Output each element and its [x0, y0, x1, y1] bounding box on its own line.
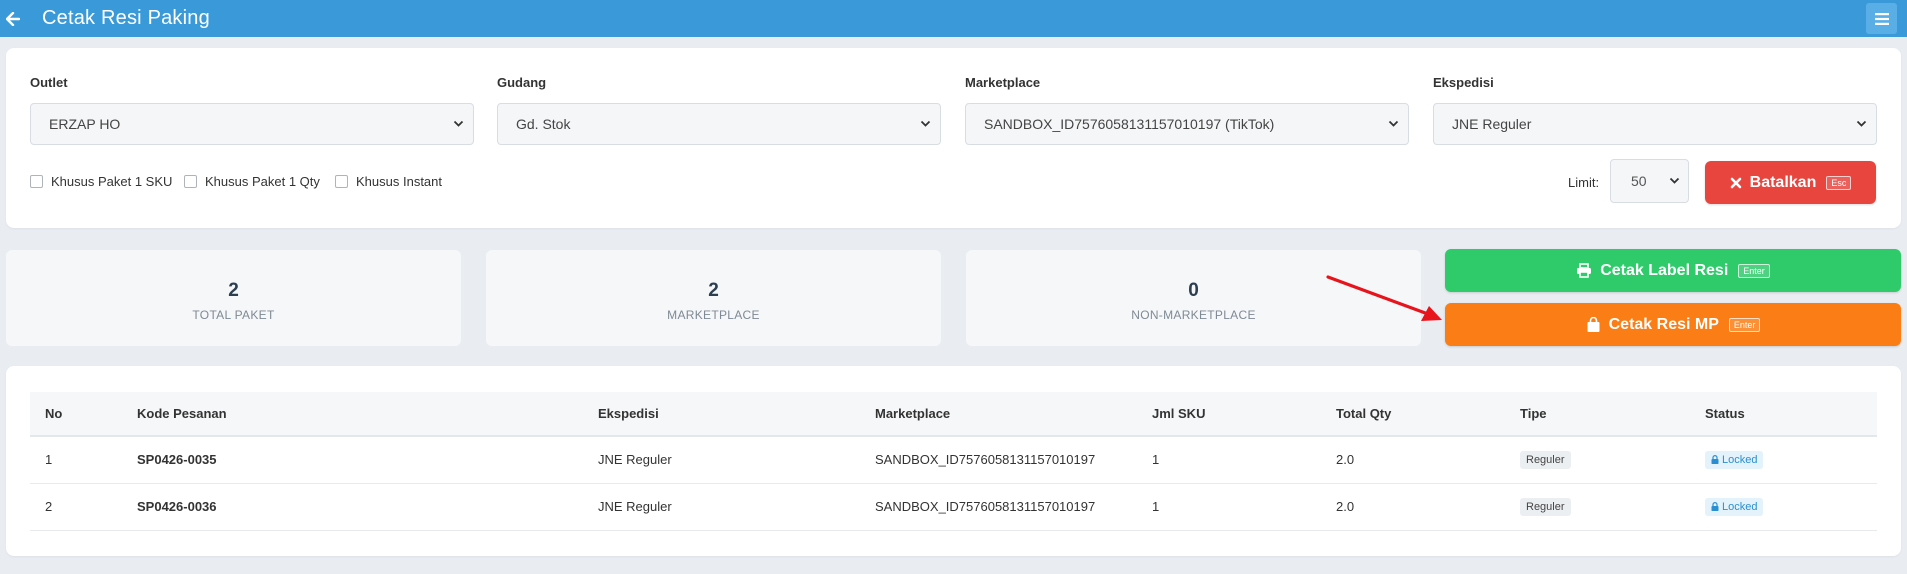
- table-row[interactable]: 2 SP0426-0036 JNE Reguler SANDBOX_ID7576…: [30, 483, 1877, 530]
- cetak-resi-mp-button[interactable]: Cetak Resi MP Enter: [1445, 303, 1901, 346]
- ekspedisi-label: Ekspedisi: [1433, 75, 1494, 90]
- esc-key-badge: Esc: [1826, 175, 1852, 190]
- stat-total-paket: 2 TOTAL PAKET: [6, 250, 461, 346]
- cell-marketplace: SANDBOX_ID7576058131157010197: [875, 499, 1096, 514]
- orders-table-panel: No Kode Pesanan Ekspedisi Marketplace Jm…: [6, 366, 1901, 556]
- cell-total-qty: 2.0: [1336, 499, 1355, 514]
- limit-select-value: 50: [1631, 173, 1647, 189]
- limit-label: Limit:: [1568, 175, 1600, 190]
- page-title: Cetak Resi Paking: [42, 7, 210, 29]
- cetak-label-resi-button[interactable]: Cetak Label Resi Enter: [1445, 249, 1901, 292]
- tipe-badge: Reguler: [1520, 497, 1571, 516]
- stat-total-paket-label: TOTAL PAKET: [192, 308, 275, 322]
- annotation-arrow: [1326, 275, 1442, 321]
- checkbox-paket-1-sku-label: Khusus Paket 1 SKU: [51, 174, 173, 189]
- outlet-label: Outlet: [30, 75, 68, 90]
- column-header-kode-pesanan: Kode Pesanan: [137, 406, 227, 421]
- column-header-ekspedisi: Ekspedisi: [598, 406, 659, 421]
- ekspedisi-select[interactable]: JNE Reguler: [1433, 103, 1877, 145]
- chevron-down-icon: [1388, 120, 1399, 127]
- cell-kode-pesanan: SP0426-0035: [137, 452, 217, 468]
- column-header-no: No: [45, 406, 63, 421]
- outlet-select[interactable]: ERZAP HO: [30, 103, 474, 145]
- shopping-bag-icon: [1586, 316, 1601, 333]
- chevron-down-icon: [1669, 177, 1680, 184]
- checkbox-box[interactable]: [30, 175, 43, 188]
- cell-jml-sku: 1: [1152, 499, 1160, 514]
- filter-panel: Outlet ERZAP HO Gudang Gd. Stok Marketpl…: [6, 48, 1901, 228]
- cell-no: 2: [45, 499, 53, 514]
- cell-ekspedisi: JNE Reguler: [598, 452, 672, 468]
- checkbox-instant[interactable]: Khusus Instant: [335, 174, 442, 189]
- gudang-select-value: Gd. Stok: [516, 116, 571, 132]
- marketplace-select[interactable]: SANDBOX_ID7576058131157010197 (TikTok): [965, 103, 1409, 145]
- checkbox-paket-1-sku[interactable]: Khusus Paket 1 SKU: [30, 174, 172, 189]
- stat-total-paket-value: 2: [228, 280, 239, 301]
- orders-table: No Kode Pesanan Ekspedisi Marketplace Jm…: [30, 392, 1877, 531]
- chevron-down-icon: [920, 120, 931, 127]
- checkbox-box[interactable]: [184, 175, 197, 188]
- menu-button[interactable]: [1866, 3, 1897, 34]
- stat-marketplace-label: MARKETPLACE: [667, 308, 760, 322]
- lock-icon: [1711, 502, 1719, 511]
- checkbox-box[interactable]: [335, 175, 348, 188]
- table-row[interactable]: 1 SP0426-0035 JNE Reguler SANDBOX_ID7576…: [30, 436, 1877, 483]
- checkbox-paket-1-qty[interactable]: Khusus Paket 1 Qty: [184, 174, 320, 189]
- column-header-jml-sku: Jml SKU: [1152, 406, 1206, 421]
- cell-status: Locked: [1690, 483, 1877, 530]
- marketplace-label: Marketplace: [965, 75, 1041, 90]
- cetak-resi-mp-label: Cetak Resi MP: [1608, 315, 1719, 333]
- outlet-select-value: ERZAP HO: [49, 116, 121, 132]
- checkbox-paket-1-qty-label: Khusus Paket 1 Qty: [205, 174, 320, 189]
- column-header-status: Status: [1705, 406, 1745, 421]
- column-header-marketplace: Marketplace: [875, 406, 951, 421]
- lock-icon: [1711, 455, 1719, 465]
- cell-kode-pesanan: SP0426-0036: [137, 499, 217, 514]
- stat-marketplace-value: 2: [708, 280, 719, 301]
- batalkan-button-label: Batalkan: [1749, 173, 1817, 191]
- column-header-total-qty: Total Qty: [1336, 406, 1392, 421]
- back-button[interactable]: [0, 0, 26, 37]
- cell-status: Locked: [1690, 436, 1877, 483]
- ekspedisi-select-value: JNE Reguler: [1452, 116, 1532, 132]
- arrow-left-icon: [6, 11, 20, 26]
- cell-jml-sku: 1: [1152, 452, 1160, 468]
- column-header-tipe: Tipe: [1520, 406, 1547, 421]
- cell-tipe: Reguler: [1505, 483, 1690, 530]
- top-bar: Cetak Resi Paking: [0, 0, 1907, 37]
- chevron-down-icon: [1856, 120, 1867, 127]
- hamburger-menu-icon: [1874, 12, 1889, 25]
- tipe-badge: Reguler: [1520, 450, 1571, 469]
- marketplace-select-value: SANDBOX_ID7576058131157010197 (TikTok): [984, 116, 1275, 132]
- enter-key-badge: Enter: [1728, 317, 1761, 332]
- close-icon: [1730, 177, 1742, 189]
- limit-select[interactable]: 50: [1610, 159, 1689, 203]
- cetak-label-resi-label: Cetak Label Resi: [1600, 261, 1729, 279]
- table-header-row: No Kode Pesanan Ekspedisi Marketplace Jm…: [30, 392, 1877, 436]
- enter-key-badge: Enter: [1738, 263, 1770, 278]
- status-badge-label: Locked: [1722, 453, 1758, 466]
- stat-marketplace: 2 MARKETPLACE: [486, 250, 941, 346]
- checkbox-instant-label: Khusus Instant: [356, 174, 442, 189]
- cell-marketplace: SANDBOX_ID7576058131157010197: [875, 452, 1096, 468]
- printer-icon: [1576, 263, 1592, 278]
- cell-total-qty: 2.0: [1336, 452, 1355, 468]
- gudang-label: Gudang: [497, 75, 547, 90]
- cell-ekspedisi: JNE Reguler: [598, 499, 672, 514]
- gudang-select[interactable]: Gd. Stok: [497, 103, 941, 145]
- cell-tipe: Reguler: [1505, 436, 1690, 483]
- status-badge-label: Locked: [1722, 500, 1758, 513]
- status-badge: Locked: [1705, 450, 1764, 469]
- chevron-down-icon: [453, 120, 464, 127]
- batalkan-button[interactable]: Batalkan Esc: [1705, 161, 1876, 204]
- status-badge: Locked: [1705, 497, 1764, 516]
- cell-no: 1: [45, 452, 53, 468]
